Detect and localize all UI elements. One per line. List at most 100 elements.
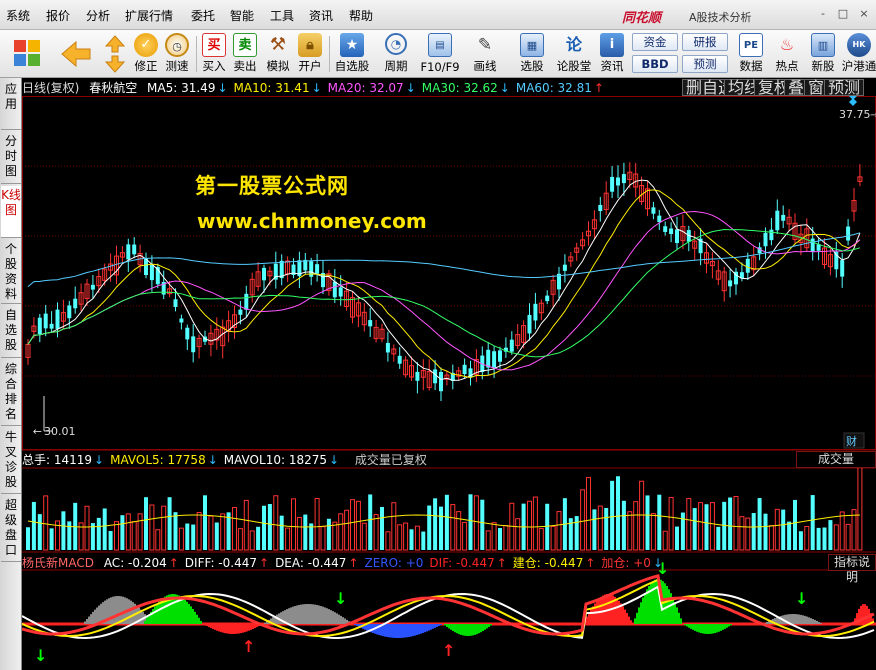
volume-bar-down: [787, 521, 792, 550]
indicator-help-tab[interactable]: 指标说明: [828, 554, 876, 584]
tb-btn-ipo[interactable]: ▥ 新股: [808, 32, 838, 76]
sidebar-tab-label: 综合排名: [4, 362, 17, 421]
volume-bar-down: [96, 517, 101, 550]
macd-hist-bar: [458, 624, 460, 635]
macd-hist-bar: [222, 624, 224, 633]
menu-extended-quote[interactable]: 扩展行情: [125, 7, 173, 24]
sidebar-tab-timeshare[interactable]: 分时图: [1, 132, 21, 184]
volume-bar-down: [49, 528, 54, 550]
select-stock-icon: ▦: [520, 33, 544, 57]
star-icon: ★: [340, 33, 364, 57]
tb-btn-hot[interactable]: ♨ 热点: [772, 32, 802, 76]
sidebar-tab-label: 自选股: [4, 308, 17, 352]
macd-hist-bar: [626, 612, 628, 624]
tb-btn-fix[interactable]: ✓ 修正: [133, 32, 159, 76]
menu-smart[interactable]: 智能: [230, 7, 254, 24]
candlestick-series: [25, 162, 863, 402]
macd-hist-bar: [462, 624, 464, 636]
macd-hist-bar: [344, 618, 346, 624]
volume-tab[interactable]: 成交量: [796, 451, 876, 468]
tb-btn-forum[interactable]: 论 论股堂: [557, 32, 592, 76]
candle-down: [55, 309, 60, 329]
menu-help[interactable]: 帮助: [349, 7, 373, 24]
tb-btn-period[interactable]: ◔ 周期: [378, 32, 414, 76]
menu-tools[interactable]: 工具: [270, 7, 294, 24]
menu-analysis[interactable]: 分析: [86, 7, 110, 24]
app-title: A股技术分析: [689, 11, 752, 24]
tb-btn-data[interactable]: PE 数据: [736, 32, 766, 76]
sidebar-tab-super-order[interactable]: 超级盘口: [1, 496, 21, 562]
volume-bar-up: [639, 480, 645, 551]
sidebar: 应用 分时图 K线图 个股资料 自选股 综合排名 牛叉诊股 超级盘口: [0, 78, 22, 670]
arrow-down-icon: ↓: [311, 81, 322, 95]
candle-down: [439, 372, 443, 392]
volume-bar-down: [810, 495, 815, 550]
capital-button[interactable]: 资金: [632, 33, 678, 51]
tb-btn-buy[interactable]: 买 买入: [201, 32, 227, 76]
volume-bar-up: [397, 524, 403, 551]
sidebar-tab-diagnosis[interactable]: 牛叉诊股: [1, 428, 21, 494]
menu-trade[interactable]: 委托: [191, 7, 215, 24]
volume-bar-up: [125, 513, 131, 551]
volume-bar-down: [621, 500, 626, 550]
forecast-tab[interactable]: 预测: [824, 79, 865, 96]
volume-bar-down: [61, 511, 66, 550]
macd-hist-bar: [280, 612, 282, 624]
tb-btn-sell[interactable]: 卖 卖出: [232, 32, 258, 76]
macd-hist-bar: [820, 622, 822, 624]
maximize-button[interactable]: □: [834, 6, 852, 22]
home-button[interactable]: [8, 32, 44, 76]
pe-icon: PE: [739, 33, 763, 57]
tb-btn-draw-line[interactable]: ✎ 画线: [467, 32, 503, 76]
volume-bar-up: [273, 495, 279, 551]
tb-label-forum: 论股堂: [556, 59, 592, 73]
bbd-button[interactable]: BBD: [632, 55, 678, 73]
macd-hist-bar: [388, 624, 390, 638]
macd-hist-bar: [300, 604, 302, 624]
volume-bar-down: [763, 513, 768, 550]
scroll-arrows[interactable]: [104, 32, 126, 76]
back-button[interactable]: [56, 32, 96, 76]
macd-hist-bar: [678, 612, 680, 624]
volume-bar-up: [361, 522, 367, 551]
chart-canvas[interactable]: ↓ ↓ ↓ ↓ ↑ ↑ ← 37.75 → 30.01 财: [22, 96, 876, 670]
macd-hist-bar: [88, 616, 90, 624]
close-button[interactable]: ×: [855, 6, 873, 22]
sidebar-tab-apps[interactable]: 应用: [1, 80, 21, 130]
macd-indicator-name[interactable]: 杨氏新MACD: [22, 554, 94, 571]
sidebar-tab-ranking[interactable]: 综合排名: [1, 360, 21, 426]
volume-bar-down: [409, 529, 414, 550]
menu-quote[interactable]: 报价: [46, 7, 70, 24]
candle-down: [509, 339, 514, 352]
tb-btn-f10[interactable]: ▤ F10/F9: [420, 32, 460, 76]
sidebar-tab-kline[interactable]: K线图: [1, 186, 21, 238]
macd-hist-bar: [240, 624, 242, 634]
volume-bar-down: [728, 497, 733, 550]
volume-bar-up: [149, 504, 155, 551]
menu-news[interactable]: 资讯: [309, 7, 333, 24]
tb-btn-watchlist[interactable]: ★ 自选股: [333, 32, 371, 76]
candle-down: [244, 293, 249, 310]
macd-value: DEA: -0.447: [275, 556, 347, 570]
tb-btn-stock-select[interactable]: ▦ 选股: [512, 32, 552, 76]
research-button[interactable]: 研报: [682, 33, 728, 51]
macd-hist-bar: [674, 602, 676, 624]
macd-hist-bar: [634, 618, 636, 624]
sidebar-tab-watchlist[interactable]: 自选股: [1, 306, 21, 358]
volume-bar-up: [344, 509, 350, 551]
forecast-button[interactable]: 预测: [682, 55, 728, 73]
tb-btn-news[interactable]: i 资讯: [598, 32, 626, 76]
tb-btn-open-account[interactable]: 🔒︎ 开户: [297, 32, 323, 76]
tb-btn-simulate[interactable]: ⚒ 模拟: [265, 32, 291, 76]
volume-bar-up: [580, 489, 586, 551]
sell-signal-arrow-icon: ↑: [242, 637, 255, 656]
tb-btn-hk-connect[interactable]: HK 沪港通: [842, 32, 876, 76]
sidebar-tab-stock-profile[interactable]: 个股资料: [1, 240, 21, 304]
tb-btn-speed[interactable]: ◷ 测速: [164, 32, 190, 76]
menu-system[interactable]: 系统: [6, 7, 30, 24]
volume-bar-down: [368, 494, 373, 550]
minimize-button[interactable]: -: [814, 6, 832, 22]
ma-value: MA60: 32.81: [515, 81, 592, 95]
watermark-title: 第一股票公式网: [195, 174, 349, 198]
macd-hist-bar: [684, 624, 686, 626]
